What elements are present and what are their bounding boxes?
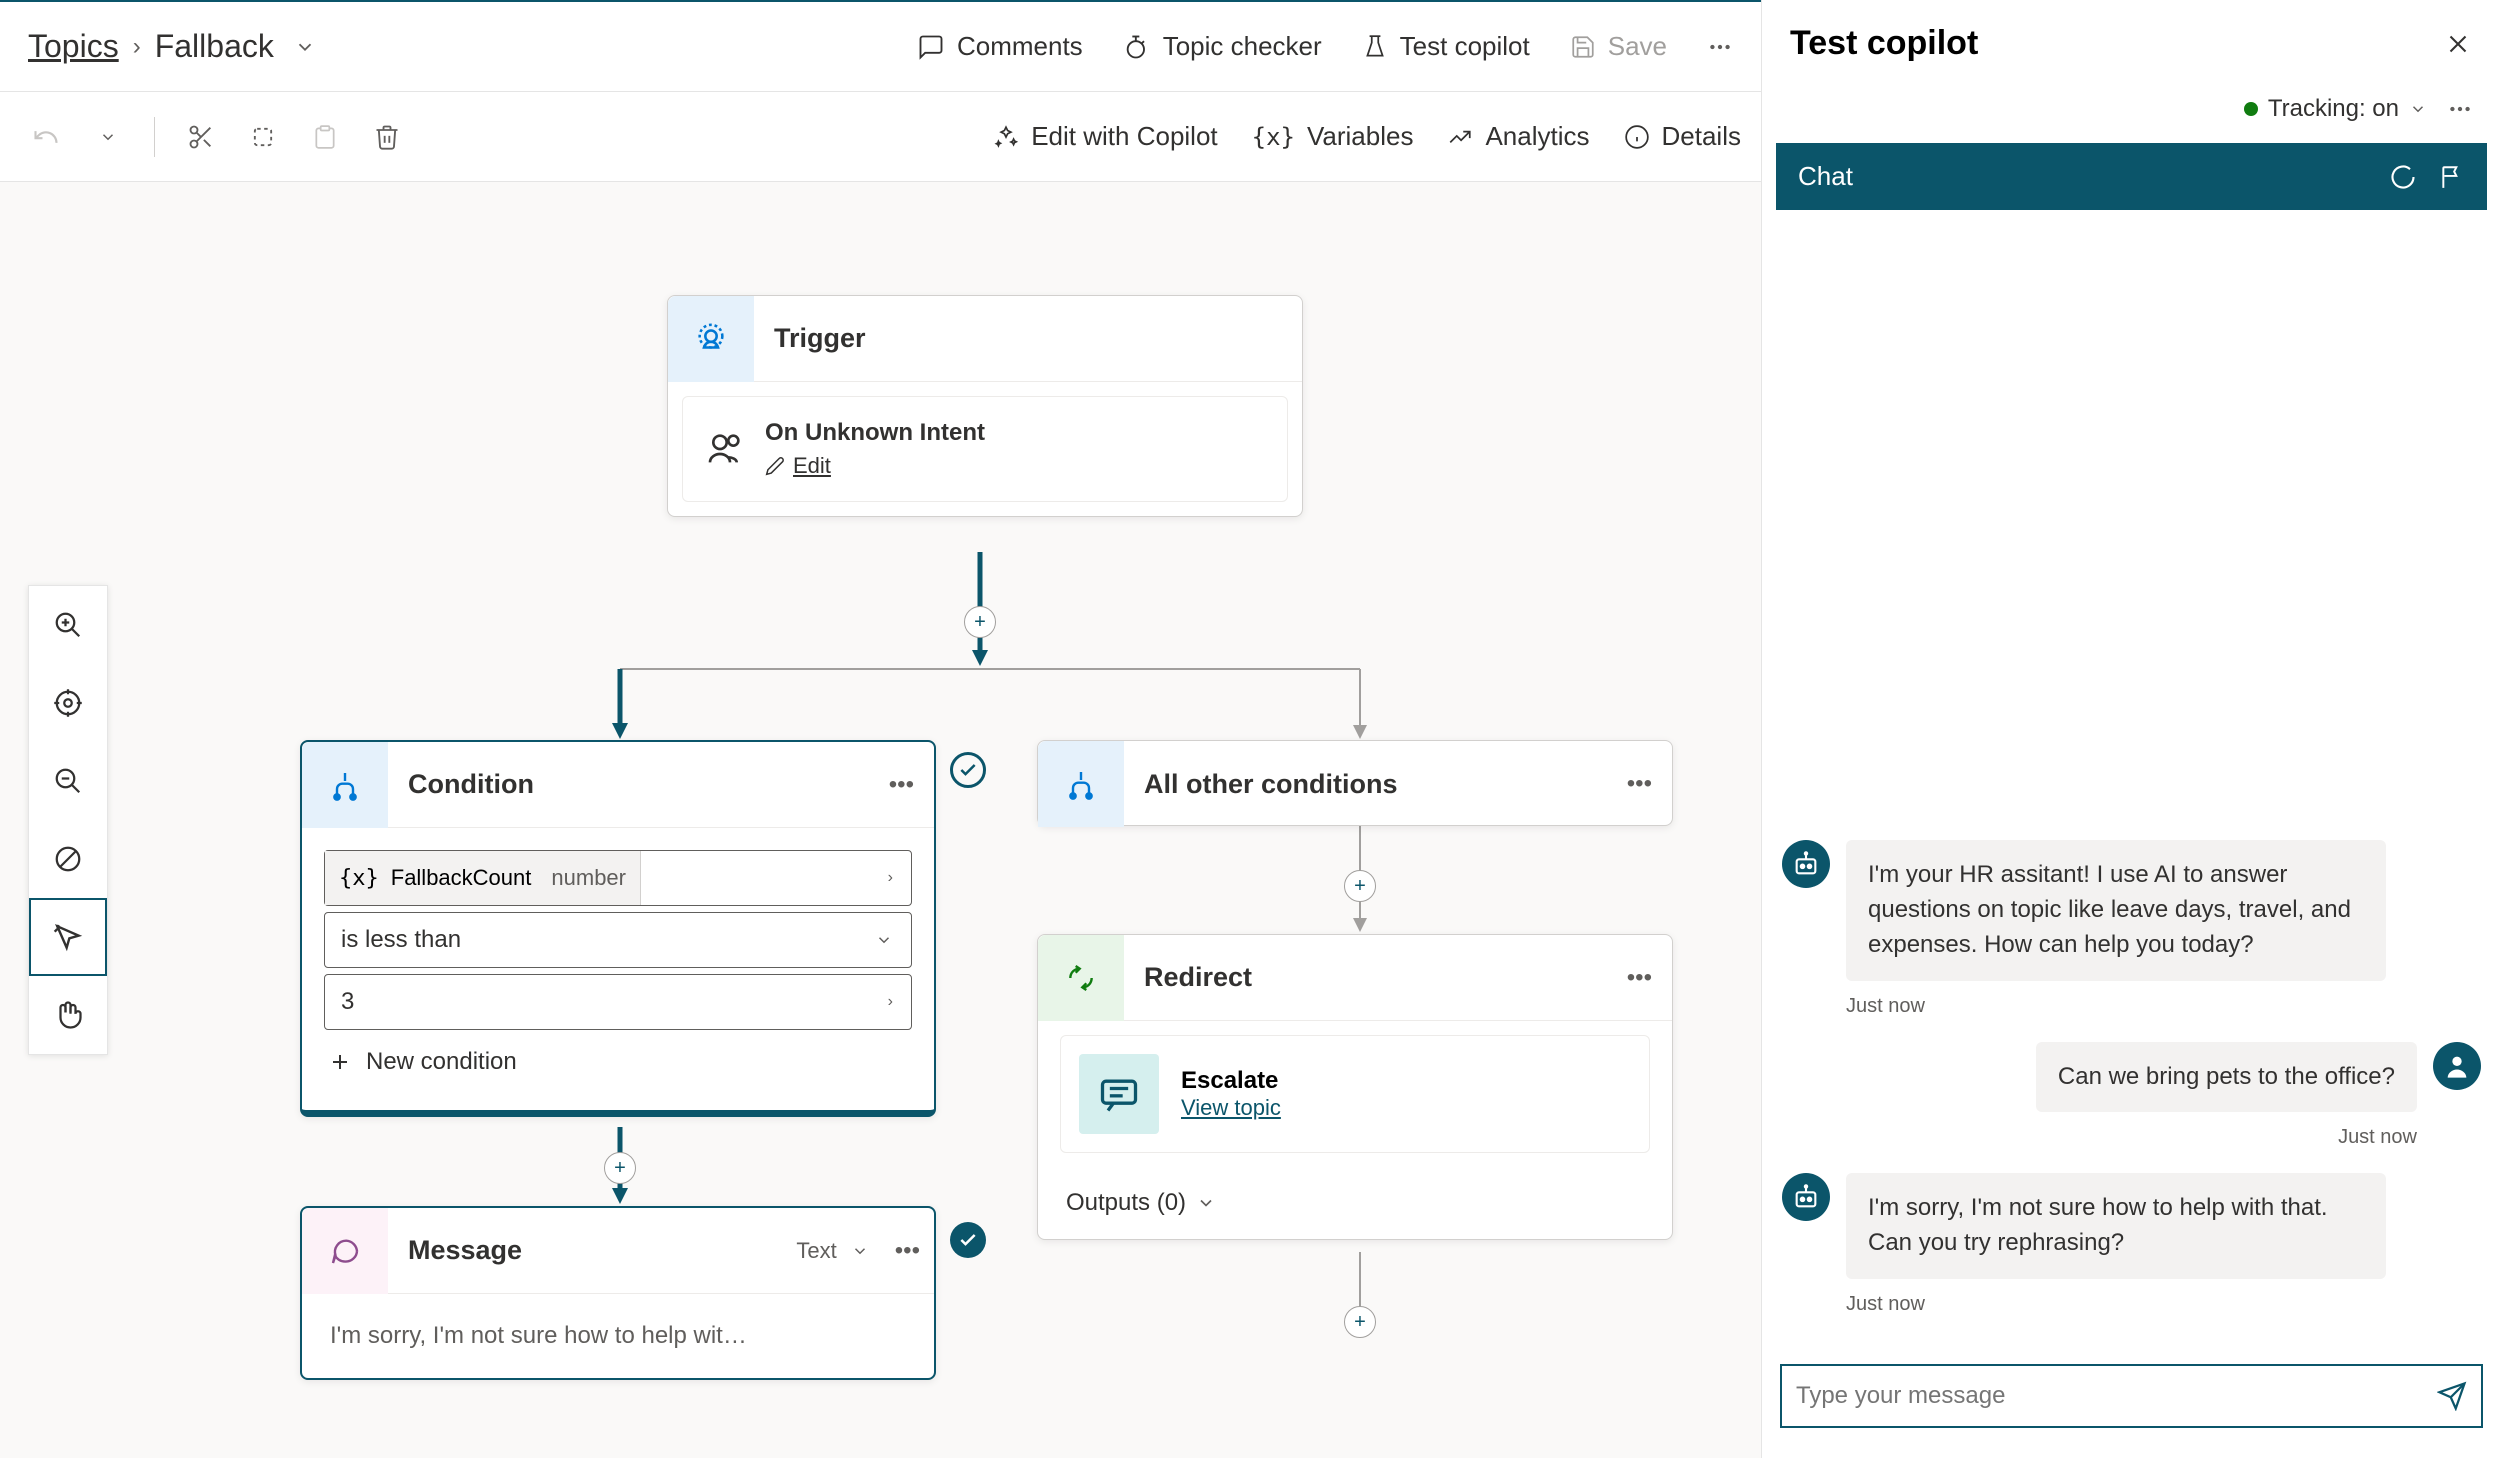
chat-bubble-user: Can we bring pets to the office? — [2036, 1042, 2417, 1113]
chat-header: Chat — [1776, 143, 2487, 210]
condition-operator-select[interactable]: is less than — [324, 912, 912, 968]
more-icon[interactable] — [1707, 34, 1733, 60]
paste-icon — [299, 111, 351, 163]
chat-bubble-bot: I'm sorry, I'm not sure how to help with… — [1846, 1173, 2386, 1279]
send-icon[interactable] — [2437, 1381, 2467, 1411]
condition-title: Condition — [388, 769, 869, 800]
cut-icon[interactable] — [175, 111, 227, 163]
chat-timestamp: Just now — [1846, 1293, 2481, 1316]
condition-variable-picker[interactable]: {x} FallbackCount number › — [324, 850, 912, 906]
variables-button[interactable]: {x} Variables — [1252, 121, 1414, 152]
message-node[interactable]: Message Text ••• I'm sorry, I'm not sure… — [300, 1206, 936, 1380]
all-other-title: All other conditions — [1124, 769, 1607, 800]
analytics-button[interactable]: Analytics — [1447, 121, 1589, 152]
variable-name: FallbackCount — [391, 865, 532, 891]
add-node-icon[interactable]: + — [604, 1152, 636, 1184]
edit-link[interactable]: Edit — [793, 453, 831, 479]
outputs-toggle[interactable]: Outputs (0) — [1038, 1167, 1672, 1239]
undo-icon — [20, 111, 72, 163]
intent-icon — [705, 429, 745, 469]
trigger-node[interactable]: Trigger On Unknown Intent Edit — [667, 295, 1303, 517]
message-icon — [329, 1235, 361, 1267]
condition-node[interactable]: Condition ••• {x} FallbackCount number ›… — [300, 740, 936, 1117]
user-avatar-icon — [2433, 1042, 2481, 1090]
chevron-down-icon — [1196, 1193, 1216, 1213]
more-icon[interactable]: ••• — [1607, 770, 1672, 798]
chevron-right-icon: › — [870, 869, 911, 887]
flag-icon[interactable] — [2439, 164, 2465, 190]
close-icon[interactable] — [2443, 29, 2473, 59]
redirect-title: Redirect — [1124, 962, 1607, 993]
escalate-icon — [1079, 1054, 1159, 1134]
chevron-down-icon — [857, 931, 911, 949]
chat-bubble-bot: I'm your HR assitant! I use AI to answer… — [1846, 840, 2386, 980]
refresh-icon[interactable] — [2389, 163, 2417, 191]
breadcrumb-current: Fallback — [155, 28, 274, 65]
view-topic-link[interactable]: View topic — [1181, 1095, 1281, 1120]
chat-timestamp: Just now — [1846, 995, 2481, 1018]
undo-menu-chevron[interactable] — [82, 111, 134, 163]
delete-icon[interactable] — [361, 111, 413, 163]
chat-input[interactable] — [1796, 1382, 2437, 1410]
condition-value-input[interactable]: 3 › — [324, 974, 912, 1030]
new-condition-button[interactable]: New condition — [324, 1036, 912, 1088]
add-node-icon[interactable]: + — [964, 606, 996, 638]
chat-timestamp: Just now — [1782, 1126, 2417, 1149]
message-type: Text — [796, 1238, 836, 1264]
topic-checker-button[interactable]: Topic checker — [1123, 31, 1322, 62]
copy-icon[interactable] — [237, 111, 289, 163]
more-icon[interactable]: ••• — [1607, 964, 1672, 992]
more-icon[interactable]: ••• — [883, 1237, 926, 1265]
trigger-intent-label: On Unknown Intent — [765, 419, 985, 447]
check-badge-icon — [950, 1222, 986, 1258]
chevron-down-icon[interactable] — [851, 1242, 869, 1260]
breadcrumb: Topics › Fallback — [28, 28, 274, 65]
trigger-icon — [694, 322, 728, 356]
test-copilot-button[interactable]: Test copilot — [1362, 31, 1530, 62]
comments-button[interactable]: Comments — [917, 31, 1083, 62]
redirect-node[interactable]: Redirect ••• Escalate View topic Outputs… — [1037, 934, 1673, 1240]
more-icon[interactable] — [2447, 96, 2473, 122]
more-icon[interactable]: ••• — [869, 771, 934, 799]
redirect-target: Escalate — [1181, 1067, 1281, 1095]
check-badge-icon — [950, 752, 986, 788]
chevron-right-icon: › — [870, 993, 911, 1011]
add-node-icon[interactable]: + — [1344, 1306, 1376, 1338]
save-button: Save — [1570, 31, 1667, 62]
message-body: I'm sorry, I'm not sure how to help wit… — [302, 1294, 934, 1378]
chevron-right-icon: › — [133, 33, 141, 61]
trigger-title: Trigger — [754, 323, 1302, 354]
bot-avatar-icon — [1782, 840, 1830, 888]
details-button[interactable]: Details — [1624, 121, 1741, 152]
chevron-down-icon — [2409, 100, 2427, 118]
status-dot-icon — [2244, 102, 2258, 116]
branch-icon — [329, 769, 361, 801]
edit-icon — [765, 456, 785, 476]
tracking-toggle[interactable]: Tracking: on — [2244, 95, 2427, 123]
bot-avatar-icon — [1782, 1173, 1830, 1221]
branch-icon — [1065, 768, 1097, 800]
edit-with-copilot-button[interactable]: Edit with Copilot — [993, 121, 1217, 152]
variable-type: number — [551, 865, 626, 891]
redirect-icon — [1065, 962, 1097, 994]
add-node-icon[interactable]: + — [1344, 870, 1376, 902]
chevron-down-icon[interactable] — [294, 36, 316, 58]
all-other-conditions-node[interactable]: All other conditions ••• — [1037, 740, 1673, 826]
message-title: Message — [388, 1235, 796, 1266]
test-panel-title: Test copilot — [1790, 24, 2443, 63]
breadcrumb-root[interactable]: Topics — [28, 28, 119, 65]
